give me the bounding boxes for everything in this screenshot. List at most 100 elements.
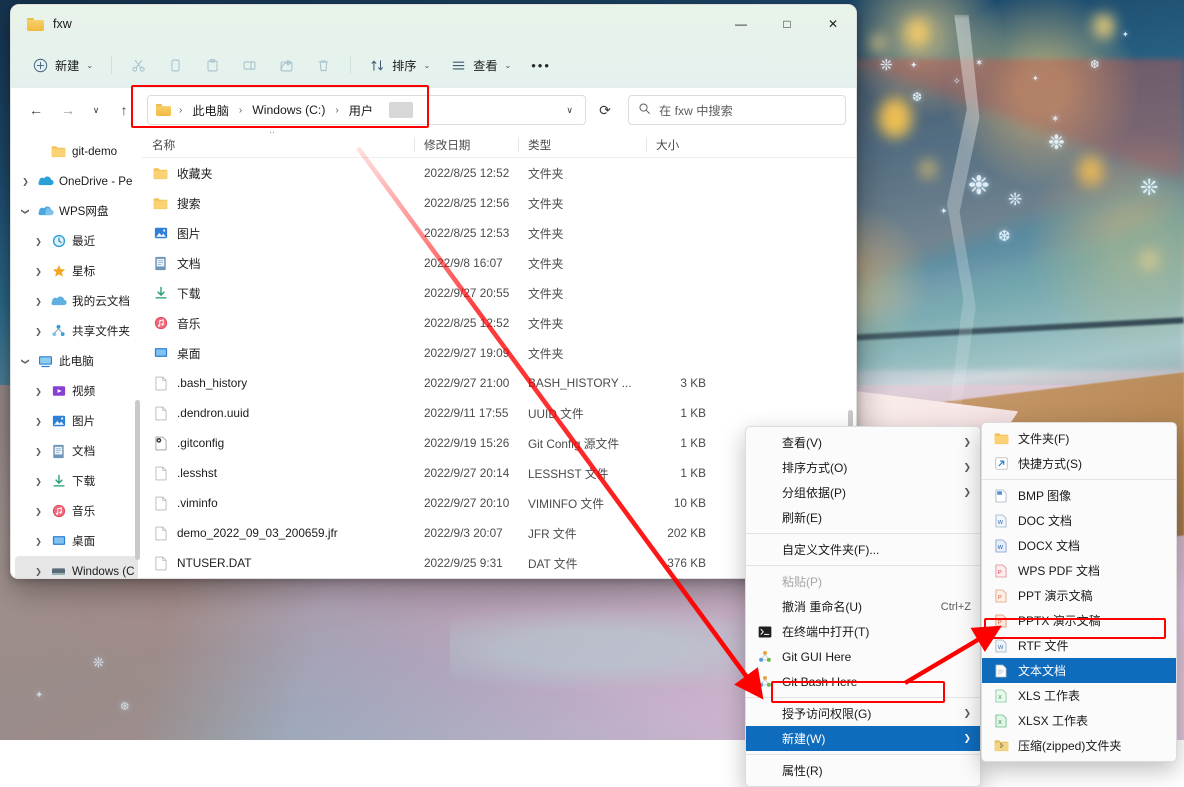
chevron-right-icon[interactable]: ❯ <box>32 297 45 306</box>
sidebar-scrollbar[interactable] <box>135 400 140 560</box>
sidebar-item-0[interactable]: git-demo <box>15 136 138 166</box>
maximize-button[interactable]: □ <box>764 5 810 43</box>
new-submenu-item-8[interactable]: WRTF 文件 <box>982 633 1176 658</box>
more-options-button[interactable]: ••• <box>522 50 560 80</box>
table-row[interactable]: .dendron.uuid2022/9/11 17:55UUID 文件1 KB <box>142 398 856 428</box>
breadcrumb-windows-c[interactable]: Windows (C:) <box>249 102 328 118</box>
context-menu-item-3[interactable]: 刷新(E) <box>746 505 980 530</box>
share-button[interactable] <box>269 50 304 80</box>
context-menu-item-12[interactable]: 属性(R) <box>746 758 980 783</box>
file-type: 文件夹 <box>518 315 646 332</box>
up-button[interactable]: ↑ <box>109 95 139 125</box>
table-row[interactable]: 收藏夹2022/8/25 12:52文件夹 <box>142 158 856 188</box>
chevron-down-icon[interactable]: ∨ <box>562 105 577 116</box>
context-menu[interactable]: 查看(V)❯排序方式(O)❯分组依据(P)❯刷新(E)自定义文件夹(F)...粘… <box>745 426 981 787</box>
context-menu-item-10[interactable]: 授予访问权限(G)❯ <box>746 701 980 726</box>
chevron-down-icon[interactable]: ❯ <box>21 355 30 368</box>
context-menu-item-1[interactable]: 排序方式(O)❯ <box>746 455 980 480</box>
navigation-pane[interactable]: git-demo❯OneDrive - Pe❯WPS网盘❯最近❯星标❯我的云文档… <box>11 132 142 579</box>
sidebar-item-12[interactable]: ❯音乐 <box>15 496 138 526</box>
new-submenu-item-4[interactable]: WDOCX 文档 <box>982 533 1176 558</box>
chevron-right-icon[interactable]: ❯ <box>32 537 45 546</box>
chevron-down-icon[interactable]: ❯ <box>21 205 30 218</box>
forward-button[interactable]: → <box>53 95 83 125</box>
refresh-button[interactable]: ⟳ <box>590 95 620 125</box>
context-menu-item-11[interactable]: 新建(W)❯ <box>746 726 980 751</box>
new-submenu-item-12[interactable]: 压缩(zipped)文件夹 <box>982 733 1176 758</box>
view-button[interactable]: 查看 ⌄ <box>441 50 520 80</box>
file-icon <box>152 375 169 392</box>
sidebar-item-11[interactable]: ❯下载 <box>15 466 138 496</box>
new-submenu-item-11[interactable]: XXLSX 工作表 <box>982 708 1176 733</box>
context-menu-item-7[interactable]: 在终端中打开(T) <box>746 619 980 644</box>
address-bar[interactable]: › 此电脑 › Windows (C:) › 用户 ∨ <box>147 95 586 125</box>
sidebar-item-13[interactable]: ❯桌面 <box>15 526 138 556</box>
sidebar-item-label: 最近 <box>72 233 95 249</box>
sidebar-item-3[interactable]: ❯ 最近 <box>15 226 138 256</box>
file-type: JFR 文件 <box>518 525 646 542</box>
minimize-button[interactable]: — <box>718 5 764 43</box>
column-header-date[interactable]: 修改日期 <box>414 132 518 157</box>
bmp-file-icon <box>993 488 1009 504</box>
context-menu-item-0[interactable]: 查看(V)❯ <box>746 430 980 455</box>
sidebar-item-5[interactable]: ❯我的云文档 <box>15 286 138 316</box>
sidebar-item-6[interactable]: ❯共享文件夹 <box>15 316 138 346</box>
column-header-size[interactable]: 大小 <box>646 132 712 157</box>
table-row[interactable]: 文档2022/9/8 16:07文件夹 <box>142 248 856 278</box>
sidebar-item-8[interactable]: ❯视频 <box>15 376 138 406</box>
cut-button[interactable] <box>121 50 156 80</box>
table-row[interactable]: 下载2022/9/27 20:55文件夹 <box>142 278 856 308</box>
chevron-right-icon[interactable]: ❯ <box>32 327 45 336</box>
chevron-right-icon[interactable]: ❯ <box>32 417 45 426</box>
chevron-right-icon[interactable]: ❯ <box>32 237 45 246</box>
close-button[interactable]: ✕ <box>810 5 856 43</box>
paste-button[interactable] <box>195 50 230 80</box>
new-submenu-item-2[interactable]: BMP 图像 <box>982 483 1176 508</box>
chevron-right-icon[interactable]: ❯ <box>32 477 45 486</box>
sort-button[interactable]: 排序 ⌄ <box>360 50 439 80</box>
new-button[interactable]: 新建 ⌄ <box>23 50 102 80</box>
chevron-right-icon[interactable]: ❯ <box>32 387 45 396</box>
column-header-name[interactable]: 名称 ^ <box>142 132 414 157</box>
table-row[interactable]: 搜索2022/8/25 12:56文件夹 <box>142 188 856 218</box>
breadcrumb-users[interactable]: 用户 <box>346 100 376 120</box>
rename-button[interactable] <box>232 50 267 80</box>
new-submenu-item-5[interactable]: PWPS PDF 文档 <box>982 558 1176 583</box>
column-header-type[interactable]: 类型 <box>518 132 646 157</box>
context-menu-item-9[interactable]: Git Bash Here <box>746 669 980 694</box>
copy-button[interactable] <box>158 50 193 80</box>
table-row[interactable]: .bash_history2022/9/27 21:00BASH_HISTORY… <box>142 368 856 398</box>
new-submenu-item-7[interactable]: PPPTX 演示文稿 <box>982 608 1176 633</box>
table-row[interactable]: 音乐2022/8/25 12:52文件夹 <box>142 308 856 338</box>
context-menu-item-8[interactable]: Git GUI Here <box>746 644 980 669</box>
table-row[interactable]: 桌面2022/9/27 19:09文件夹 <box>142 338 856 368</box>
sidebar-item-10[interactable]: ❯文档 <box>15 436 138 466</box>
table-row[interactable]: 图片2022/8/25 12:53文件夹 <box>142 218 856 248</box>
delete-button[interactable] <box>306 50 341 80</box>
chevron-right-icon[interactable]: ❯ <box>32 267 45 276</box>
breadcrumb-this-pc[interactable]: 此电脑 <box>189 100 232 120</box>
new-submenu-item-9[interactable]: 文本文档 <box>982 658 1176 683</box>
new-submenu-item-3[interactable]: WDOC 文档 <box>982 508 1176 533</box>
new-submenu-item-1[interactable]: 快捷方式(S) <box>982 451 1176 476</box>
sidebar-item-7[interactable]: ❯此电脑 <box>15 346 138 376</box>
new-submenu-item-0[interactable]: 文件夹(F) <box>982 426 1176 451</box>
sidebar-item-9[interactable]: ❯图片 <box>15 406 138 436</box>
back-button[interactable]: ← <box>21 95 51 125</box>
chevron-right-icon[interactable]: ❯ <box>19 177 32 186</box>
context-menu-item-6[interactable]: 撤消 重命名(U)Ctrl+Z <box>746 594 980 619</box>
sidebar-item-1[interactable]: ❯OneDrive - Pe <box>15 166 138 196</box>
sidebar-item-14[interactable]: ❯Windows (C <box>15 556 138 579</box>
chevron-right-icon[interactable]: ❯ <box>32 507 45 516</box>
search-box[interactable]: 在 fxw 中搜索 <box>628 95 846 125</box>
recent-locations-button[interactable]: ∨ <box>85 95 107 125</box>
context-menu-item-2[interactable]: 分组依据(P)❯ <box>746 480 980 505</box>
chevron-right-icon[interactable]: ❯ <box>32 567 45 576</box>
context-menu-item-4[interactable]: 自定义文件夹(F)... <box>746 537 980 562</box>
sidebar-item-4[interactable]: ❯星标 <box>15 256 138 286</box>
new-submenu-item-10[interactable]: XXLS 工作表 <box>982 683 1176 708</box>
new-submenu[interactable]: 文件夹(F)快捷方式(S) BMP 图像WDOC 文档WDOCX 文档PWPS P… <box>981 422 1177 762</box>
new-submenu-item-6[interactable]: PPPT 演示文稿 <box>982 583 1176 608</box>
sidebar-item-2[interactable]: ❯WPS网盘 <box>15 196 138 226</box>
chevron-right-icon[interactable]: ❯ <box>32 447 45 456</box>
